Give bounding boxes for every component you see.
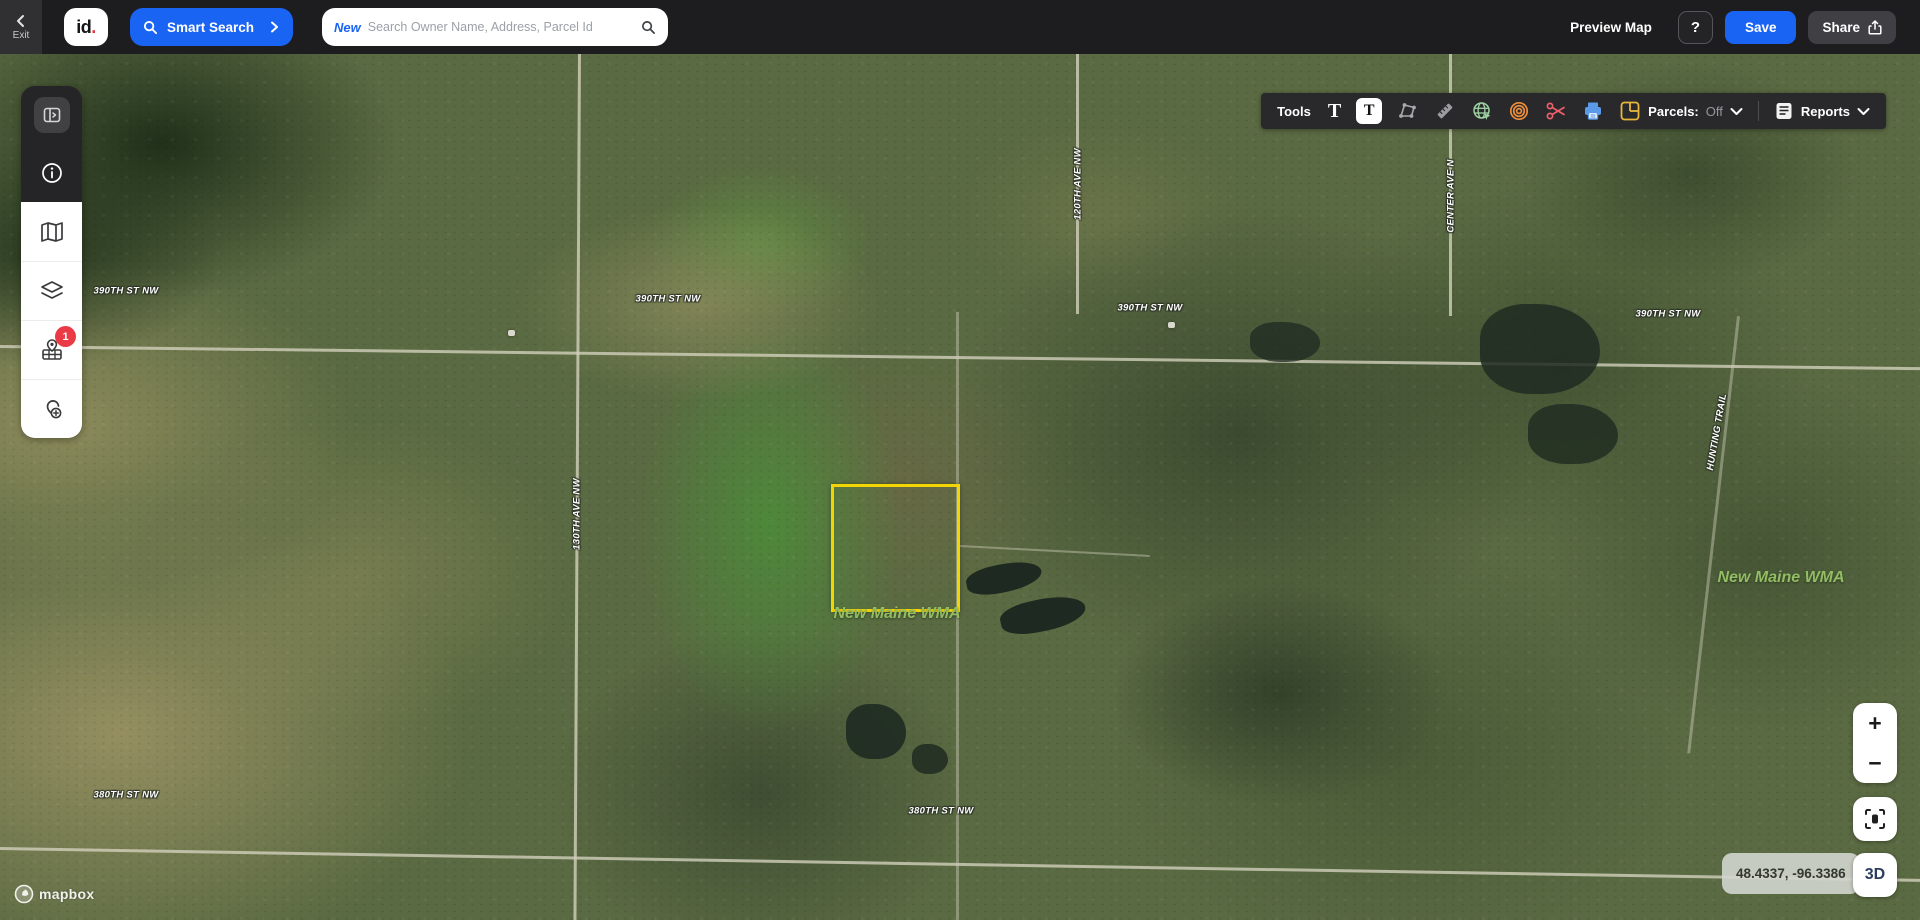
wma-area-label: New Maine WMA — [833, 605, 960, 623]
text-box-tool-button[interactable]: T — [1356, 98, 1382, 124]
polygon-draw-icon — [1397, 101, 1419, 121]
chevron-down-icon — [1857, 107, 1870, 116]
parcels-state: Off — [1706, 104, 1723, 119]
polygon-draw-tool-button[interactable] — [1397, 101, 1419, 121]
share-icon — [1868, 20, 1882, 35]
logo-text: id — [76, 17, 91, 38]
top-bar-right: Preview Map ? Save Share — [1570, 0, 1896, 54]
wma-area-label: New Maine WMA — [1717, 569, 1844, 587]
save-button[interactable]: Save — [1725, 11, 1797, 44]
tools-label: Tools — [1277, 104, 1311, 119]
print-tool-button[interactable] — [1582, 100, 1604, 122]
top-bar: Exit id. Smart Search New Preview Map ? … — [0, 0, 1920, 54]
road-name-label: 390TH ST NW — [635, 294, 700, 305]
text-tool-button[interactable]: T — [1328, 101, 1341, 121]
screenshot-frame-icon — [1864, 808, 1886, 830]
globe-icon — [1471, 100, 1493, 122]
search-input[interactable] — [368, 20, 634, 34]
road-name-label: HUNTING TRAIL — [1705, 393, 1729, 472]
app-logo[interactable]: id. — [64, 8, 108, 46]
exit-button[interactable]: Exit — [0, 0, 42, 54]
preview-map-link[interactable]: Preview Map — [1570, 20, 1652, 35]
road-name-label: CENTER AVE N — [1446, 159, 1457, 232]
sidebar-item-add-location[interactable] — [21, 379, 82, 438]
road-name-label: 390TH ST NW — [93, 286, 158, 297]
exit-label: Exit — [13, 30, 30, 41]
search-icon — [143, 20, 158, 35]
sidebar-item-basemap[interactable] — [21, 202, 82, 261]
sidebar-light-section: 1 — [21, 202, 82, 438]
road-name-label: 390TH ST NW — [1117, 303, 1182, 314]
scissors-icon — [1545, 101, 1567, 121]
help-label: ? — [1691, 19, 1700, 36]
mapbox-wordmark: mapbox — [39, 886, 94, 902]
ruler-icon — [1434, 100, 1456, 122]
zoom-out-button[interactable]: − — [1853, 743, 1897, 783]
collapse-panel-icon — [42, 105, 62, 125]
chevron-right-icon — [268, 21, 280, 33]
sidebar-item-info[interactable] — [21, 144, 82, 202]
reports-icon — [1774, 101, 1794, 121]
ruler-tool-button[interactable] — [1434, 100, 1456, 122]
reports-dropdown[interactable]: Reports — [1774, 101, 1870, 121]
road-name-label: 380TH ST NW — [93, 790, 158, 801]
road-name-label: 120TH AVE NW — [1073, 148, 1084, 220]
3d-toggle-button[interactable]: 3D — [1853, 853, 1897, 897]
help-button[interactable]: ? — [1678, 11, 1713, 44]
road-name-label: 380TH ST NW — [908, 806, 973, 817]
text-tool-glyph: T — [1328, 101, 1341, 121]
info-icon — [40, 161, 64, 185]
add-location-icon — [39, 396, 65, 422]
panel-chip — [34, 97, 70, 133]
notification-badge: 1 — [55, 326, 76, 347]
sidebar-item-layers[interactable] — [21, 261, 82, 320]
parcels-label: Parcels: — [1648, 104, 1699, 119]
scissors-tool-button[interactable] — [1545, 101, 1567, 121]
new-badge: New — [334, 20, 361, 35]
share-button[interactable]: Share — [1808, 11, 1896, 44]
layers-icon — [39, 279, 65, 303]
map-canvas[interactable]: 390TH ST NW 390TH ST NW 390TH ST NW 390TH S… — [0, 54, 1920, 920]
sidebar-dark-section — [21, 86, 82, 202]
road-name-label: 390TH ST NW — [1635, 309, 1700, 320]
zoom-in-button[interactable]: + — [1853, 703, 1897, 743]
search-field[interactable]: New — [322, 8, 668, 46]
chevron-down-icon — [1730, 107, 1743, 116]
parcels-layer-icon — [1619, 100, 1641, 122]
mapbox-logo-icon — [14, 884, 34, 904]
toolbar-divider — [1758, 101, 1759, 121]
globe-tool-button[interactable] — [1471, 100, 1493, 122]
smart-search-label: Smart Search — [167, 20, 259, 35]
save-label: Save — [1745, 20, 1777, 35]
sidebar-item-collapse-panel[interactable] — [21, 86, 82, 144]
search-icon[interactable] — [641, 20, 656, 35]
screenshot-button[interactable] — [1853, 797, 1897, 841]
sidebar-item-parcel-map[interactable]: 1 — [21, 320, 82, 379]
printer-icon — [1582, 100, 1604, 122]
coordinates-display: 48.4337, -96.3386 — [1722, 853, 1860, 894]
logo-dot: . — [91, 17, 96, 38]
text-box-tool-glyph: T — [1364, 102, 1375, 120]
parcels-dropdown[interactable]: Parcels: Off — [1619, 100, 1743, 122]
radius-rings-icon — [1508, 100, 1530, 122]
mapbox-attribution[interactable]: mapbox — [14, 884, 94, 904]
share-label: Share — [1822, 20, 1860, 35]
smart-search-button[interactable]: Smart Search — [130, 8, 293, 46]
reports-label: Reports — [1801, 104, 1850, 119]
zoom-control: + − — [1853, 703, 1897, 783]
chevron-left-icon — [14, 14, 28, 28]
map-labels: 390TH ST NW 390TH ST NW 390TH ST NW 390TH S… — [0, 54, 1920, 920]
basemap-icon — [39, 220, 65, 244]
tools-toolbar: Tools T T Parcels: Off Reports — [1261, 93, 1886, 129]
left-sidebar: 1 — [21, 86, 82, 438]
radius-rings-tool-button[interactable] — [1508, 100, 1530, 122]
road-name-label: 130TH AVE NW — [572, 478, 583, 550]
